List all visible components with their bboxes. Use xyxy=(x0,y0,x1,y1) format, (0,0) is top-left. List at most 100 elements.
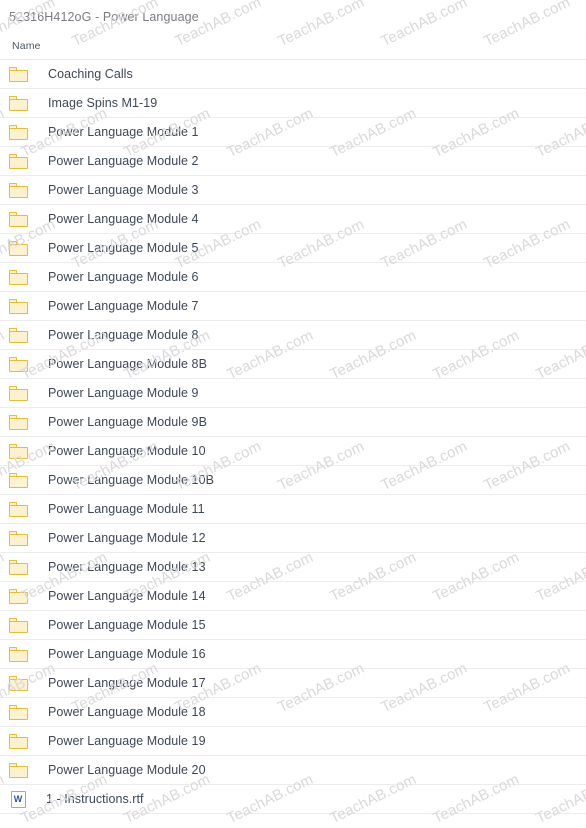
folder-body xyxy=(8,620,28,633)
row-name-label: Power Language Module 5 xyxy=(48,241,199,255)
row-icon-cell xyxy=(0,240,34,256)
row-icon-cell xyxy=(0,385,34,401)
file-row[interactable]: W 1 - Instructions.rtf xyxy=(0,785,586,814)
folder-row[interactable]: Power Language Module 18 xyxy=(0,698,586,727)
folder-icon xyxy=(8,269,28,285)
row-icon-cell xyxy=(0,762,34,778)
folder-body xyxy=(8,301,28,314)
folder-icon xyxy=(8,617,28,633)
folder-body xyxy=(8,475,28,488)
folder-row[interactable]: Power Language Module 11 xyxy=(0,495,586,524)
folder-body xyxy=(8,678,28,691)
row-icon-cell xyxy=(0,182,34,198)
folder-icon xyxy=(8,762,28,778)
folder-icon xyxy=(8,240,28,256)
window-title: 52316H412oG - Power Language xyxy=(9,9,199,24)
folder-row[interactable]: Power Language Module 14 xyxy=(0,582,586,611)
folder-body xyxy=(8,243,28,256)
row-icon-cell xyxy=(0,356,34,372)
folder-row[interactable]: Power Language Module 9B xyxy=(0,408,586,437)
folder-row[interactable]: Power Language Module 13 xyxy=(0,553,586,582)
row-icon-cell xyxy=(0,559,34,575)
folder-body xyxy=(8,272,28,285)
folder-row[interactable]: Power Language Module 19 xyxy=(0,727,586,756)
folder-row[interactable]: Power Language Module 9 xyxy=(0,379,586,408)
folder-icon xyxy=(8,675,28,691)
folder-body xyxy=(8,69,28,82)
row-name-label: Power Language Module 12 xyxy=(48,531,206,545)
row-name-label: Power Language Module 10B xyxy=(48,473,214,487)
folder-body xyxy=(8,707,28,720)
folder-body xyxy=(8,98,28,111)
folder-row[interactable]: Power Language Module 15 xyxy=(0,611,586,640)
row-name-label: Power Language Module 4 xyxy=(48,212,199,226)
folder-body xyxy=(8,388,28,401)
table-column-header: Name xyxy=(0,33,586,60)
row-icon-cell xyxy=(0,617,34,633)
folder-icon xyxy=(8,95,28,111)
row-name-label: Coaching Calls xyxy=(48,67,133,81)
folder-icon xyxy=(8,182,28,198)
folder-icon xyxy=(8,501,28,517)
row-name-label: Power Language Module 7 xyxy=(48,299,199,313)
folder-row[interactable]: Power Language Module 10 xyxy=(0,437,586,466)
folder-icon xyxy=(8,530,28,546)
row-icon-cell xyxy=(0,443,34,459)
folder-row[interactable]: Power Language Module 12 xyxy=(0,524,586,553)
folder-row[interactable]: Power Language Module 8B xyxy=(0,350,586,379)
folder-icon xyxy=(8,298,28,314)
folder-icon xyxy=(8,443,28,459)
folder-icon xyxy=(8,472,28,488)
folder-row[interactable]: Power Language Module 20 xyxy=(0,756,586,785)
folder-row[interactable]: Power Language Module 5 xyxy=(0,234,586,263)
folder-body xyxy=(8,214,28,227)
folder-body xyxy=(8,127,28,140)
row-icon-cell xyxy=(0,530,34,546)
row-icon-cell xyxy=(0,153,34,169)
row-icon-cell xyxy=(0,472,34,488)
word-document-icon: W xyxy=(10,790,26,808)
folder-icon xyxy=(8,153,28,169)
folder-body xyxy=(8,649,28,662)
folder-row[interactable]: Power Language Module 7 xyxy=(0,292,586,321)
doc-icon-letter: W xyxy=(13,793,23,804)
folder-body xyxy=(8,446,28,459)
folder-row[interactable]: Coaching Calls xyxy=(0,60,586,89)
folder-icon xyxy=(8,559,28,575)
folder-body xyxy=(8,185,28,198)
folder-row[interactable]: Power Language Module 10B xyxy=(0,466,586,495)
folder-row[interactable]: Power Language Module 17 xyxy=(0,669,586,698)
folder-row[interactable]: Power Language Module 8 xyxy=(0,321,586,350)
folder-row[interactable]: Power Language Module 16 xyxy=(0,640,586,669)
row-name-label: Power Language Module 20 xyxy=(48,763,206,777)
folder-icon xyxy=(8,66,28,82)
folder-body xyxy=(8,504,28,517)
folder-row[interactable]: Image Spins M1-19 xyxy=(0,89,586,118)
window-titlebar: 52316H412oG - Power Language xyxy=(0,0,586,33)
row-icon-cell xyxy=(0,95,34,111)
folder-row[interactable]: Power Language Module 6 xyxy=(0,263,586,292)
row-icon-cell xyxy=(0,588,34,604)
column-header-name[interactable]: Name xyxy=(12,40,41,52)
row-name-label: Power Language Module 19 xyxy=(48,734,206,748)
folder-row[interactable]: Power Language Module 4 xyxy=(0,205,586,234)
row-name-label: Power Language Module 18 xyxy=(48,705,206,719)
row-name-label: Power Language Module 14 xyxy=(48,589,206,603)
row-name-label: Power Language Module 13 xyxy=(48,560,206,574)
row-name-label: Power Language Module 2 xyxy=(48,154,199,168)
folder-icon xyxy=(8,356,28,372)
folder-icon xyxy=(8,211,28,227)
row-name-label: Power Language Module 17 xyxy=(48,676,206,690)
row-name-label: Power Language Module 16 xyxy=(48,647,206,661)
folder-row[interactable]: Power Language Module 1 xyxy=(0,118,586,147)
folder-row[interactable]: Power Language Module 3 xyxy=(0,176,586,205)
row-name-label: 1 - Instructions.rtf xyxy=(46,792,144,806)
folder-body xyxy=(8,736,28,749)
row-icon-cell: W xyxy=(0,790,34,808)
folder-body xyxy=(8,156,28,169)
folder-icon xyxy=(8,414,28,430)
folder-row[interactable]: Power Language Module 2 xyxy=(0,147,586,176)
folder-icon xyxy=(8,704,28,720)
row-icon-cell xyxy=(0,675,34,691)
row-icon-cell xyxy=(0,501,34,517)
